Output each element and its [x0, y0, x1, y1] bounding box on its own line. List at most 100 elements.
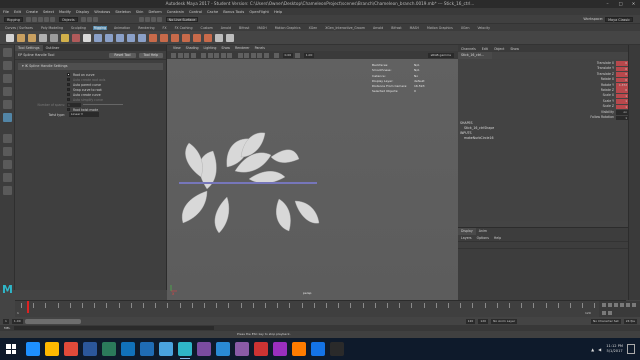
menu-skeleton[interactable]: Skeleton	[115, 10, 131, 14]
motion-blur-icon[interactable]	[263, 52, 269, 58]
menu-constrain[interactable]: Constrain	[167, 10, 184, 14]
anim-layer-selector[interactable]: No Anim Layer	[491, 318, 518, 324]
wire-deformer-icon[interactable]	[182, 33, 190, 42]
channel-attribute-value[interactable]: 0	[616, 61, 628, 66]
menu-create[interactable]: Create	[26, 10, 38, 14]
textured-icon[interactable]	[214, 52, 219, 58]
bookmark-icon[interactable]	[177, 52, 183, 58]
option-checkbox[interactable]	[67, 78, 70, 81]
workspace-selector[interactable]: Maya Classic	[605, 16, 633, 22]
start-button[interactable]	[3, 341, 19, 357]
taskbar-app-icon[interactable]	[253, 342, 268, 356]
option-checkbox[interactable]	[67, 98, 70, 101]
taskbar-app-icon[interactable]	[25, 342, 40, 356]
menu-select[interactable]: Select	[43, 10, 54, 14]
new-scene-icon[interactable]	[25, 16, 31, 22]
root-twist-checkbox[interactable]	[67, 108, 70, 111]
fps-selector[interactable]: 24 fps	[623, 318, 637, 324]
minimize-icon[interactable]: –	[601, 0, 614, 8]
shelf-tab[interactable]: MASH	[409, 26, 420, 30]
menu-openflight[interactable]: OpenFlight	[249, 10, 269, 14]
shelf-tab[interactable]: Arnold	[220, 26, 232, 30]
taskbar-app-icon[interactable]	[310, 342, 325, 356]
taskbar-app-icon[interactable]	[158, 342, 173, 356]
exposure-field[interactable]: 0.00	[282, 52, 294, 58]
step-back-icon[interactable]	[608, 303, 612, 307]
grid-icon[interactable]	[190, 52, 196, 58]
taskbar-app-icon[interactable]	[139, 342, 154, 356]
sculpt-deformer-icon[interactable]	[204, 33, 212, 42]
ik-spline-section-header[interactable]: ▾ IK Spline Handle Settings	[18, 63, 163, 70]
shadows-icon[interactable]	[227, 52, 232, 58]
xray-icon[interactable]	[237, 52, 243, 58]
channel-attribute-row[interactable]: Follow Rotation 1	[578, 115, 628, 121]
tab-outliner[interactable]: Outliner	[43, 45, 63, 51]
maximize-icon[interactable]: □	[614, 0, 627, 8]
scale-constraint-icon[interactable]	[127, 33, 135, 42]
channel-box-object-name[interactable]: Stick_16_ctrl...	[458, 52, 492, 59]
wrap-deformer-icon[interactable]	[171, 33, 179, 42]
single-view-icon[interactable]	[2, 134, 12, 143]
menu-skin[interactable]: Skin	[136, 10, 144, 14]
set-key-icon[interactable]	[215, 33, 223, 42]
menu-modify[interactable]: Modify	[59, 10, 71, 14]
tab-tool-settings[interactable]: Tool Settings	[15, 45, 43, 51]
taskbar-app-icon[interactable]	[120, 342, 135, 356]
redo-icon[interactable]	[49, 16, 55, 22]
close-icon[interactable]: ✕	[627, 0, 640, 8]
taskbar-app-icon[interactable]	[196, 342, 211, 356]
tool-help-button[interactable]: Tool Help	[138, 52, 163, 58]
nonlinear-deformer-icon[interactable]	[193, 33, 201, 42]
channel-menu-edit[interactable]: Edit	[482, 47, 488, 51]
driven-key-icon[interactable]	[226, 33, 234, 42]
shelf-tab[interactable]: FX	[162, 26, 168, 30]
menu-windows[interactable]: Windows	[94, 10, 110, 14]
command-input[interactable]	[14, 326, 215, 330]
channel-menu-object[interactable]: Object	[494, 47, 504, 51]
isolate-select-icon[interactable]	[244, 52, 249, 58]
go-to-end-icon[interactable]	[608, 311, 612, 315]
3d-viewport[interactable]: x Backfaces: N/A Smoothness: N/A Instance: No…	[167, 59, 458, 300]
outliner-persp-icon[interactable]	[2, 160, 12, 169]
gamma-icon[interactable]	[295, 52, 301, 58]
range-end-field[interactable]: 120	[478, 318, 489, 324]
shelf-tab[interactable]: XGen	[308, 26, 319, 30]
bind-skin-icon[interactable]	[39, 33, 47, 42]
taskbar-app-icon[interactable]	[329, 342, 344, 356]
ik-spline-icon[interactable]	[28, 33, 36, 42]
shelf-tab[interactable]: Curves / Surfaces	[4, 26, 34, 30]
shelf-tab[interactable]: MASH	[256, 26, 267, 30]
option-checkbox[interactable]	[67, 83, 70, 86]
shelf-tab[interactable]: Motion Graphics	[426, 26, 454, 30]
gamma-field[interactable]: 1.00	[303, 52, 315, 58]
layers-menu[interactable]: Layers	[461, 236, 472, 240]
snap-curve-icon[interactable]	[144, 16, 150, 22]
options-menu[interactable]: Options	[477, 236, 489, 240]
help-menu[interactable]: Help	[494, 236, 501, 240]
taskbar-app-icon[interactable]	[177, 342, 192, 359]
smooth-shade-icon[interactable]	[207, 52, 213, 58]
mode-selector[interactable]: Rigging	[4, 16, 23, 22]
undo-icon[interactable]	[43, 16, 49, 22]
menu-control[interactable]: Control	[189, 10, 202, 14]
blend-shape-icon[interactable]	[160, 33, 168, 42]
go-to-start-icon[interactable]	[602, 303, 606, 307]
joint-tool-icon[interactable]	[6, 33, 14, 42]
aa-icon[interactable]	[250, 52, 256, 58]
tab-display[interactable]: Display	[458, 228, 476, 235]
playhead[interactable]	[27, 301, 29, 313]
custom-layout-icon[interactable]	[2, 186, 12, 195]
shelf-tab[interactable]: Motion Graphics	[274, 26, 302, 30]
taskbar-app-icon[interactable]	[291, 342, 306, 356]
cluster-icon[interactable]	[61, 33, 69, 42]
command-language[interactable]: MEL	[0, 326, 14, 330]
spans-field[interactable]: 1	[67, 102, 81, 107]
channel-attribute-value[interactable]: 1	[616, 115, 628, 121]
option-checkbox[interactable]	[67, 93, 70, 96]
select-component-icon[interactable]	[92, 16, 98, 22]
select-tool-icon[interactable]	[2, 48, 12, 57]
shelf-tab[interactable]: XGen_Interactive_Groom	[324, 26, 366, 30]
play-back-icon[interactable]	[620, 303, 624, 307]
shelf-tab[interactable]: Custom	[199, 26, 213, 30]
option-checkbox[interactable]	[67, 73, 70, 76]
